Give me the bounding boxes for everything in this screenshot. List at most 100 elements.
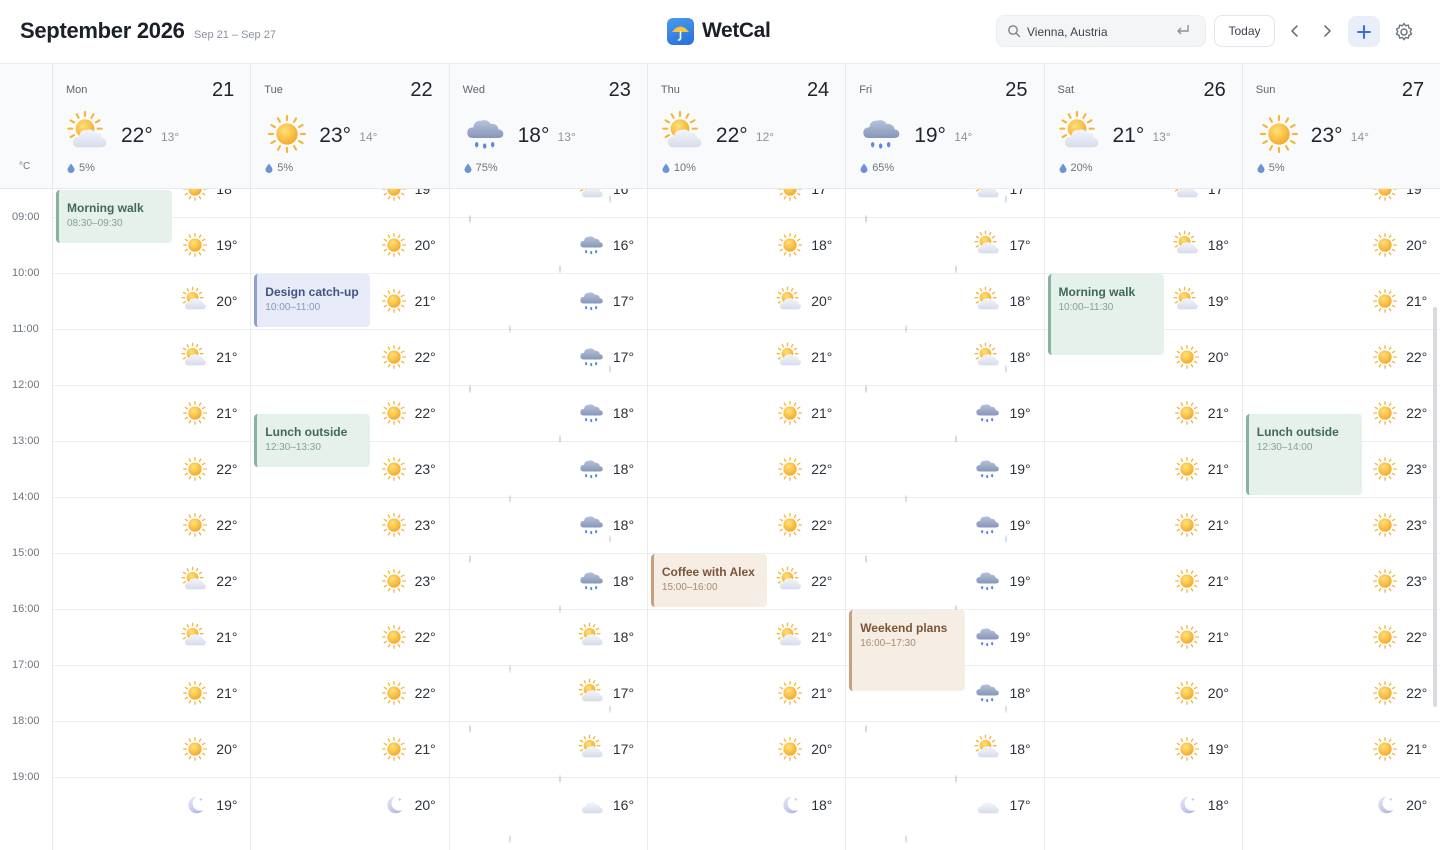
hourly-forecast: 19°: [973, 510, 1033, 540]
day-column-sun[interactable]: 19° 20° 21° 22° 22° 23° 23° 23° 22° 22° …: [1241, 189, 1440, 850]
hourly-temp: 20°: [1406, 797, 1428, 813]
day-column-wed[interactable]: 16° 16° 17° 17° 18° 18° 18° 18° 18° 17° …: [448, 189, 647, 850]
partly-sunny-icon: [974, 286, 1000, 310]
day-column-mon[interactable]: 18° 19° 20° 21° 21° 22° 22° 22° 21° 21° …: [52, 189, 250, 850]
rain-icon: [976, 628, 1000, 647]
low-temp: 12°: [755, 130, 775, 144]
rain-chance: 65%: [860, 162, 894, 174]
hourly-forecast: 18°: [973, 678, 1033, 708]
rain-icon: [976, 460, 1000, 479]
hourly-forecast: 18°: [180, 189, 240, 204]
event-title: Design catch-up: [265, 285, 359, 299]
day-header-tue[interactable]: Tue 22 23° 14° 5%: [250, 64, 448, 189]
calendar-event[interactable]: Morning walk 08:30–09:30: [56, 190, 172, 243]
day-column-fri[interactable]: 17° 17° 18° 18° 19° 19° 19° 19° 19° 18° …: [845, 189, 1044, 850]
high-temp: 23°: [1310, 124, 1343, 147]
top-bar: September 2026 Sep 21 – Sep 27 WetCal To…: [0, 0, 1440, 64]
settings-button[interactable]: [1393, 21, 1415, 43]
hour-label: 19:00: [12, 771, 40, 783]
day-header-sat[interactable]: Sat 26 21° 13° 20%: [1043, 64, 1242, 189]
sunny-icon: [183, 513, 208, 537]
day-number: 23: [608, 79, 631, 101]
high-temp: 21°: [1112, 124, 1145, 147]
event-time: 15:00–16:00: [661, 582, 718, 593]
hourly-forecast: 22°: [775, 566, 835, 596]
hourly-forecast: 21°: [775, 398, 835, 428]
day-header-thu[interactable]: Thu 24 22° 12° 10%: [646, 64, 845, 189]
next-week-button[interactable]: [1316, 19, 1338, 43]
hourly-forecast: 18°: [973, 286, 1033, 316]
calendar-event[interactable]: Weekend plans 16:00–17:30: [849, 610, 966, 691]
partly-sunny-icon: [1058, 110, 1098, 148]
hourly-temp: 18°: [1009, 685, 1031, 701]
event-time: 16:00–17:30: [860, 638, 916, 649]
sunny-icon: [1174, 457, 1199, 481]
hourly-temp: 21°: [1406, 741, 1428, 757]
rain-chance-value: 5%: [277, 162, 294, 174]
hourly-temp: 21°: [811, 685, 833, 701]
hourly-temp: 19°: [1009, 629, 1031, 645]
hourly-temp: 22°: [1406, 405, 1428, 421]
partly-sunny-icon: [67, 110, 107, 148]
hourly-forecast: 18°: [577, 566, 637, 596]
sunny-icon: [381, 681, 406, 705]
hourly-forecast: 22°: [775, 454, 835, 484]
hourly-forecast: 17°: [775, 189, 835, 204]
partly-sunny-icon: [578, 678, 603, 702]
event-time: 08:30–09:30: [67, 218, 123, 229]
hourly-temp: 17°: [1207, 189, 1229, 197]
hourly-forecast: 17°: [577, 342, 637, 372]
day-header-sun[interactable]: Sun 27 23° 14° 5%: [1241, 64, 1440, 189]
plus-icon: [1357, 24, 1371, 39]
calendar-event[interactable]: Design catch-up 10:00–11:00: [254, 274, 371, 327]
sunny-icon: [381, 345, 406, 369]
location-input[interactable]: [1027, 22, 1167, 42]
hourly-temp: 19°: [1207, 741, 1229, 757]
calendar-event[interactable]: Morning walk 10:00–11:30: [1047, 274, 1164, 355]
day-number: 27: [1401, 79, 1425, 101]
hourly-forecast: 20°: [775, 286, 835, 316]
hourly-forecast: 22°: [1370, 622, 1430, 652]
calendar-event[interactable]: Coffee with Alex 15:00–16:00: [650, 554, 767, 607]
calendar-event[interactable]: Lunch outside 12:30–14:00: [1245, 414, 1362, 495]
hourly-forecast: 17°: [577, 734, 637, 764]
sunny-icon: [183, 189, 208, 201]
hourly-forecast: 18°: [577, 454, 637, 484]
rain-chance-value: 75%: [475, 162, 498, 174]
hourly-temp: 17°: [1009, 189, 1031, 197]
high-temp: 22°: [121, 124, 153, 147]
today-button[interactable]: Today: [1214, 15, 1275, 47]
vertical-scrollbar[interactable]: [1433, 307, 1437, 707]
sunny-icon: [1373, 569, 1398, 593]
hourly-forecast: 22°: [180, 510, 240, 540]
high-temp: 22°: [715, 124, 748, 147]
hourly-forecast: 20°: [1370, 230, 1430, 260]
location-search[interactable]: [996, 15, 1206, 47]
hourly-temp: 18°: [612, 517, 635, 533]
hourly-temp: 22°: [414, 405, 436, 421]
day-column-thu[interactable]: 17° 18° 20° 21° 21° 22° 22° 22° 21° 21° …: [646, 189, 845, 850]
day-name: Mon: [66, 84, 88, 96]
hourly-forecast: 16°: [577, 790, 637, 820]
hourly-forecast: 21°: [379, 286, 439, 316]
hourly-temp: 18°: [811, 797, 833, 813]
hourly-temp: 17°: [612, 685, 635, 701]
hourly-forecast: 17°: [577, 286, 637, 316]
chevron-left-icon: [1291, 25, 1298, 37]
daily-weather-icon: [660, 110, 708, 158]
enter-key-icon[interactable]: [1175, 23, 1191, 42]
hourly-forecast: 16°: [577, 189, 637, 204]
sunny-icon: [1373, 189, 1398, 201]
sunny-icon: [381, 289, 406, 313]
add-event-button[interactable]: [1348, 16, 1380, 47]
day-number: 26: [1203, 79, 1226, 101]
hour-label: 16:00: [12, 603, 40, 615]
rain-icon: [580, 404, 603, 423]
previous-week-button[interactable]: [1284, 19, 1306, 43]
day-header-fri[interactable]: Fri 25 19° 14° 65%: [845, 64, 1043, 189]
day-header-mon[interactable]: Mon 21 22° 13° 5%: [52, 64, 250, 189]
calendar-event[interactable]: Lunch outside 12:30–13:30: [254, 414, 371, 467]
hourly-temp: 21°: [414, 741, 436, 757]
day-header-wed[interactable]: Wed 23 18° 13° 75%: [448, 64, 647, 189]
rain-icon: [580, 460, 603, 479]
